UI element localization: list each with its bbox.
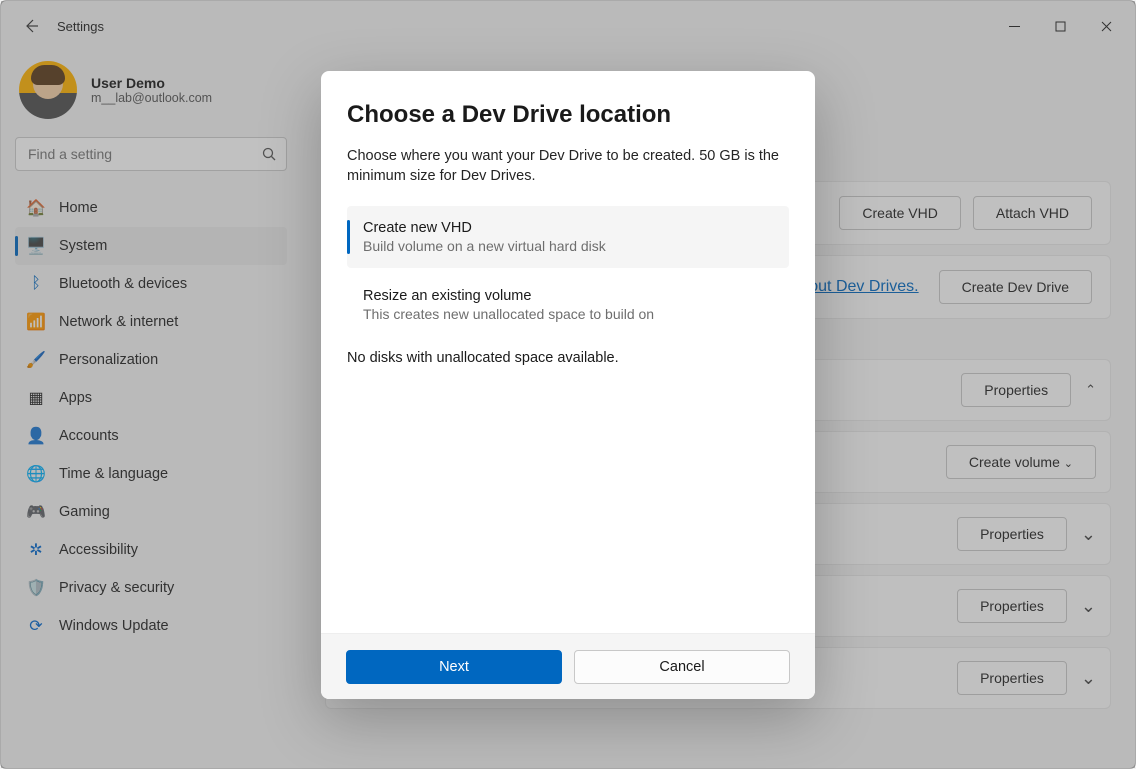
- next-button[interactable]: Next: [346, 650, 562, 684]
- option-create-new-vhd[interactable]: Create new VHD Build volume on a new vir…: [347, 206, 789, 268]
- option-title: Create new VHD: [363, 220, 773, 236]
- option-resize-volume[interactable]: Resize an existing volume This creates n…: [347, 274, 789, 336]
- cancel-button[interactable]: Cancel: [574, 650, 790, 684]
- dialog-title: Choose a Dev Drive location: [347, 101, 789, 129]
- dialog-footer: Next Cancel: [321, 633, 815, 699]
- option-subtitle: Build volume on a new virtual hard disk: [363, 238, 773, 254]
- option-subtitle: This creates new unallocated space to bu…: [363, 306, 773, 322]
- dialog-description: Choose where you want your Dev Drive to …: [347, 147, 789, 186]
- settings-window: Settings User Demo m__lab@outlook.com 🏠H…: [0, 0, 1136, 769]
- dev-drive-location-dialog: Choose a Dev Drive location Choose where…: [321, 71, 815, 699]
- option-title: Resize an existing volume: [363, 288, 773, 304]
- dialog-note: No disks with unallocated space availabl…: [347, 350, 789, 366]
